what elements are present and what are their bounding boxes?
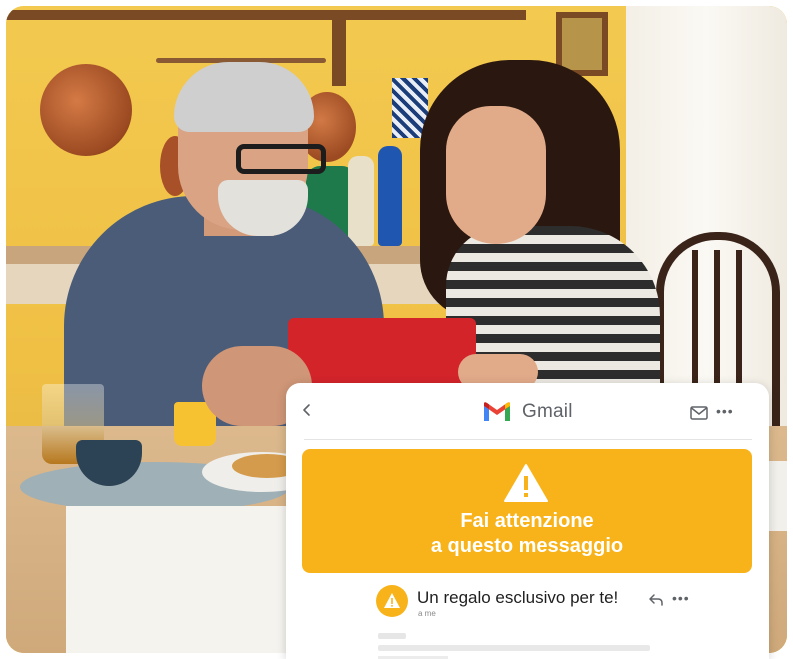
man-glasses: [236, 144, 326, 174]
warning-banner: Fai attenzione a questo messaggio: [302, 449, 752, 573]
message-subject: Un regalo esclusivo per te!: [417, 588, 619, 607]
more-horizontal-icon[interactable]: •••: [672, 591, 690, 605]
warning-text: Fai attenzione a questo messaggio: [302, 509, 752, 559]
more-horizontal-icon[interactable]: •••: [716, 404, 734, 418]
header-divider: [304, 439, 752, 440]
message-body-placeholder: [378, 633, 406, 639]
sender-avatar: [376, 585, 408, 617]
shelf: [6, 10, 526, 20]
gmail-message-card: Gmail ••• Fai attenzione a questo messag…: [286, 383, 769, 659]
warning-line-2: a questo messaggio: [430, 535, 624, 557]
bottle: [348, 156, 374, 246]
mail-envelope-icon[interactable]: [690, 406, 708, 420]
blue-bottle: [378, 146, 402, 246]
reply-icon[interactable]: [648, 593, 664, 607]
copper-pan: [40, 64, 132, 156]
message-body-placeholder: [378, 645, 650, 651]
tablecloth: [766, 461, 787, 531]
gmail-header: Gmail •••: [286, 383, 769, 439]
message-recipient: a me: [418, 609, 436, 618]
gmail-brand-name: Gmail: [522, 401, 573, 422]
warning-triangle-icon: [504, 464, 548, 502]
warning-line-1: Fai attenzione: [460, 510, 594, 532]
gmail-logo-icon: [484, 402, 510, 421]
man-hair: [174, 62, 314, 132]
warning-triangle-icon: [384, 593, 400, 608]
woman-face: [446, 106, 546, 244]
gmail-brand: Gmail: [482, 401, 573, 423]
message-row[interactable]: Un regalo esclusivo per te! a me •••: [376, 585, 756, 629]
shelf-bracket: [332, 16, 346, 86]
chevron-left-icon[interactable]: [300, 403, 314, 417]
